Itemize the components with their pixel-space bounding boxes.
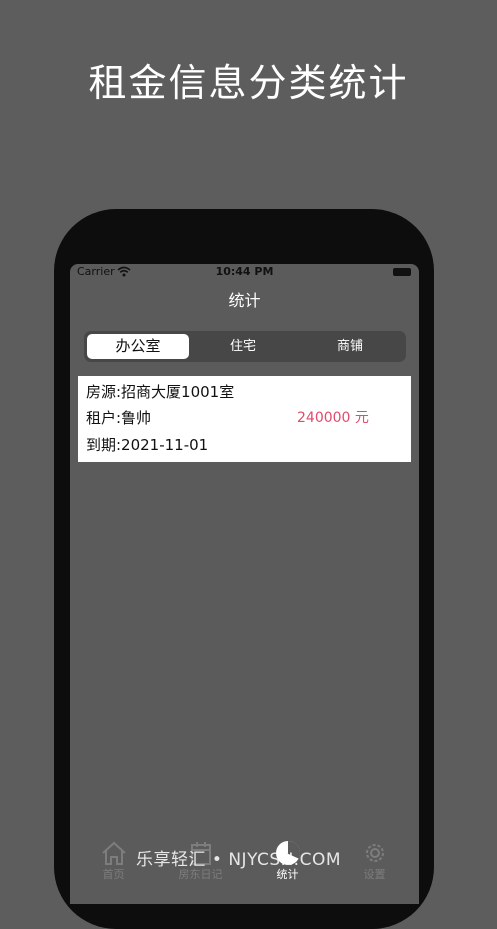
segment-office[interactable]: 办公室 bbox=[87, 334, 189, 359]
gear-icon bbox=[365, 844, 384, 862]
watermark-text: 乐享轻汇 • NJYCSH.COM bbox=[136, 850, 341, 870]
page-title: 统计 bbox=[228, 291, 261, 310]
record-amount: 240000 元 bbox=[297, 410, 369, 426]
status-bar: Carrier 10:44 PM bbox=[70, 264, 419, 280]
rent-record-card[interactable]: 房源:招商大厦1001室 租户:鲁帅 240000 元 到期:2021-11-0… bbox=[78, 376, 411, 462]
segment-residence[interactable]: 住宅 bbox=[191, 334, 295, 359]
status-time: 10:44 PM bbox=[215, 265, 274, 278]
promo-headline: 租金信息分类统计 bbox=[88, 61, 409, 105]
segment-shop[interactable]: 商铺 bbox=[297, 334, 403, 359]
record-due-date: 到期:2021-11-01 bbox=[86, 436, 209, 454]
record-property: 房源:招商大厦1001室 bbox=[86, 383, 235, 401]
phone-screen: Carrier 10:44 PM 统计 办公室 住宅 商铺 房源:招商大厦100… bbox=[70, 264, 419, 904]
category-segmented-control: 办公室 住宅 商铺 bbox=[84, 331, 406, 362]
tab-settings-label: 设置 bbox=[363, 868, 386, 881]
record-tenant: 租户:鲁帅 bbox=[86, 409, 152, 427]
battery-icon bbox=[393, 268, 411, 276]
tab-settings[interactable]: 设置 bbox=[331, 832, 418, 892]
home-icon bbox=[101, 841, 126, 865]
